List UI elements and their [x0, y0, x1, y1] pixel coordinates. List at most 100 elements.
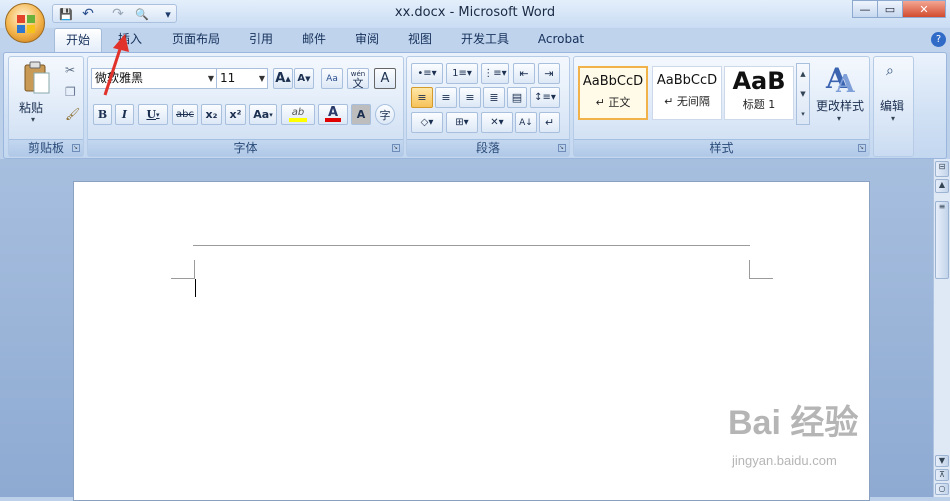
style-sample: AaB [732, 67, 786, 95]
print-preview-icon[interactable]: 🔍 [133, 6, 151, 22]
chinese-layout-icon[interactable]: ✕▾ [481, 112, 513, 133]
paragraph-launcher-icon[interactable]: ↘ [558, 144, 566, 152]
font-color-icon: A [327, 105, 339, 120]
ribbon-tabs: 开始 插入 页面布局 引用 邮件 审阅 视图 开发工具 Acrobat ? [0, 28, 950, 52]
format-painter-icon[interactable]: 🖌 [65, 107, 80, 121]
shading-icon[interactable]: ◇▾ [411, 112, 443, 133]
tab-view[interactable]: 视图 [397, 28, 443, 52]
style-sample: AaBbCcD [656, 73, 718, 88]
chevron-down-icon: ▼ [258, 74, 265, 83]
vertical-scrollbar[interactable]: ⊟ ▲ ≡ ▼ ⊼ ○ [933, 159, 950, 497]
font-size-select[interactable]: 11 ▼ [216, 68, 268, 89]
paragraph-group: •≡▾ 1≡▾ ⋮≡▾ ⇤ ⇥ ≡ ≡ ≡ ≣ ▤ ↕≡▾ ◇▾ ⊞▾ ✕▾ A… [406, 56, 570, 157]
borders-icon[interactable]: ⊞▾ [446, 112, 478, 133]
editing-label[interactable]: 编辑 [880, 97, 904, 114]
change-styles-label[interactable]: 更改样式 [816, 97, 864, 114]
character-shading-button[interactable]: A [351, 104, 371, 125]
watermark-url: jingyan.baidu.com [732, 453, 837, 468]
cut-icon[interactable]: ✂ [65, 63, 75, 77]
underline-button[interactable]: U ▾ [138, 104, 168, 125]
multilevel-list-icon[interactable]: ⋮≡▾ [481, 63, 509, 84]
baidu-watermark: Bai 经验 jingyan.baidu.com [728, 395, 928, 475]
tab-page-layout[interactable]: 页面布局 [160, 28, 232, 52]
maximize-button[interactable]: ▭ [877, 0, 903, 18]
paste-label[interactable]: 粘贴 [19, 99, 43, 116]
text-cursor [195, 279, 196, 297]
tab-mailings[interactable]: 邮件 [291, 28, 337, 52]
office-button[interactable] [5, 3, 45, 43]
increase-indent-icon[interactable]: ⇥ [538, 63, 560, 84]
bold-button[interactable]: B [93, 104, 112, 125]
italic-button[interactable]: I [115, 104, 134, 125]
paste-dropdown-icon[interactable]: ▾ [31, 115, 35, 124]
header-rule [193, 245, 750, 246]
distributed-icon[interactable]: ▤ [507, 87, 527, 108]
style-name: ↵ 正文 [595, 96, 631, 109]
scroll-thumb[interactable]: ≡ [935, 201, 949, 279]
margin-corner-left [171, 278, 195, 279]
style-normal[interactable]: AaBbCcD ↵ 正文 [578, 66, 648, 120]
change-case-button[interactable]: Aa ▾ [249, 104, 277, 125]
align-center-icon[interactable]: ≡ [435, 87, 457, 108]
enclose-characters-button[interactable]: 字 [375, 104, 395, 125]
subscript-button[interactable]: x₂ [201, 104, 222, 125]
scroll-up-icon[interactable]: ▲ [935, 179, 949, 193]
bullets-icon[interactable]: •≡▾ [411, 63, 443, 84]
line-spacing-icon[interactable]: ↕≡▾ [530, 87, 560, 108]
font-color-button[interactable]: A [318, 104, 348, 125]
highlight-button[interactable]: ab [281, 104, 315, 125]
tab-developer[interactable]: 开发工具 [450, 28, 520, 52]
redo-icon[interactable]: ↷ [109, 6, 127, 22]
shrink-font-button[interactable]: A ▼ [294, 68, 314, 89]
tab-references[interactable]: 引用 [238, 28, 284, 52]
decrease-indent-icon[interactable]: ⇤ [513, 63, 535, 84]
chevron-down-icon: ▼ [207, 74, 214, 83]
tab-review[interactable]: 审阅 [344, 28, 390, 52]
change-case-label: Aa [253, 108, 270, 121]
clear-formatting-icon[interactable]: Aa [321, 68, 343, 89]
scroll-down-icon[interactable]: ▼ [935, 455, 949, 467]
minimize-button[interactable]: — [852, 0, 878, 18]
quick-access-toolbar: 💾 ↶ ↷ 🔍 ▾ [52, 4, 177, 23]
undo-icon[interactable]: ↶ [79, 6, 97, 22]
clipboard-launcher-icon[interactable]: ↘ [72, 144, 80, 152]
change-styles-dropdown-icon[interactable]: ▾ [837, 114, 841, 123]
copy-icon[interactable]: ❐ [65, 85, 76, 99]
styles-scroll[interactable]: ▲ ▼ ▾ [796, 63, 810, 125]
grow-font-button[interactable]: A ▲ [273, 68, 293, 89]
superscript-button[interactable]: x² [225, 104, 246, 125]
editing-group: ⌕ 编辑 ▾ [873, 56, 914, 157]
help-icon[interactable]: ? [931, 32, 946, 47]
watermark-logo: Bai 经验 [728, 404, 859, 442]
select-browse-object-icon[interactable]: ○ [935, 483, 949, 495]
styles-group-label: 样式 [574, 139, 869, 156]
font-launcher-icon[interactable]: ↘ [392, 144, 400, 152]
binoculars-icon[interactable]: ⌕ [886, 63, 894, 79]
numbering-icon[interactable]: 1≡▾ [446, 63, 478, 84]
tab-acrobat[interactable]: Acrobat [528, 28, 594, 52]
customize-toolbar-icon[interactable]: ▾ [159, 6, 177, 22]
editing-dropdown-icon[interactable]: ▾ [891, 114, 895, 123]
paste-icon[interactable] [23, 61, 51, 95]
ribbon: 粘贴 ▾ ✂ ❐ 🖌 剪贴板 ↘ 微软雅黑 ▼ 11 ▼ A ▲ A ▼ Aa wén 文… [3, 52, 947, 159]
strikethrough-button[interactable]: abc [172, 104, 198, 125]
character-border-icon[interactable]: A [374, 68, 396, 89]
annotation-arrow-icon [103, 34, 129, 96]
sort-icon[interactable]: A↓ [515, 112, 537, 133]
phonetic-guide-button[interactable]: wén 文 [347, 68, 369, 89]
align-left-icon[interactable]: ≡ [411, 87, 433, 108]
change-styles-icon[interactable]: A A [824, 62, 858, 94]
previous-page-icon[interactable]: ⊼ [935, 469, 949, 481]
shrink-font-icon: A [297, 73, 306, 84]
ruler-toggle-icon[interactable]: ⊟ [935, 161, 949, 177]
show-formatting-icon[interactable]: ↵ [539, 112, 560, 133]
justify-icon[interactable]: ≣ [483, 87, 505, 108]
align-right-icon[interactable]: ≡ [459, 87, 481, 108]
style-heading-1[interactable]: AaB 标题 1 [724, 66, 794, 120]
font-size-value: 11 [220, 71, 236, 85]
styles-group: AaBbCcD ↵ 正文 AaBbCcD ↵ 无间隔 AaB 标题 1 ▲ ▼ ▾ … [573, 56, 870, 157]
style-no-spacing[interactable]: AaBbCcD ↵ 无间隔 [652, 66, 722, 120]
close-button[interactable]: ✕ [902, 0, 946, 18]
save-icon[interactable]: 💾 [57, 6, 75, 22]
styles-launcher-icon[interactable]: ↘ [858, 144, 866, 152]
